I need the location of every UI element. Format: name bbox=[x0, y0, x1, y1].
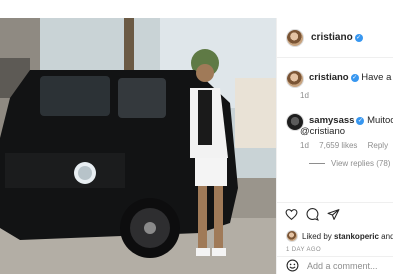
comment-likes[interactable]: 7,659 likes bbox=[319, 141, 357, 150]
comment-text: Muitoo Sh bbox=[367, 115, 393, 126]
author-avatar[interactable] bbox=[286, 28, 304, 47]
action-bar bbox=[277, 202, 393, 226]
post-photo bbox=[0, 18, 276, 274]
verified-badge-icon: ✓ bbox=[354, 33, 363, 42]
comment-meta: 1d 7,659 likes Reply bbox=[300, 141, 393, 150]
reply-button[interactable]: Reply bbox=[368, 141, 388, 150]
commenter-username[interactable]: samysass bbox=[309, 115, 354, 126]
liker-avatar[interactable] bbox=[286, 230, 298, 242]
emoji-icon[interactable] bbox=[286, 259, 299, 272]
commenter-username[interactable]: cristiano bbox=[309, 72, 349, 83]
comment-mention[interactable]: @cristiano bbox=[300, 126, 345, 137]
post-header: cristiano ✓ bbox=[277, 18, 393, 58]
comment-meta: 1d bbox=[300, 91, 317, 100]
liked-by-prefix: Liked by bbox=[302, 231, 332, 241]
share-icon[interactable] bbox=[327, 208, 340, 221]
verified-badge-icon: ✓ bbox=[350, 74, 359, 82]
comment-time: 1d bbox=[300, 91, 309, 100]
liked-by-suffix: and bbox=[381, 231, 393, 241]
post-sidebar: cristiano ✓ cristiano✓ Have a goo 1d sam… bbox=[276, 18, 393, 274]
add-comment-bar bbox=[277, 256, 393, 274]
comment-text: Have a goo bbox=[361, 72, 393, 83]
author-username[interactable]: cristiano bbox=[311, 32, 353, 43]
view-replies-button[interactable]: View replies (78) bbox=[309, 159, 390, 168]
verified-badge-icon: ✓ bbox=[356, 117, 365, 125]
post-image[interactable] bbox=[0, 18, 276, 274]
comment-time: 1d bbox=[300, 141, 309, 150]
add-comment-input[interactable] bbox=[307, 260, 387, 271]
comment-icon[interactable] bbox=[306, 208, 319, 221]
liked-by-user[interactable]: stankoperic bbox=[334, 232, 379, 241]
liked-by-line: Liked by stankoperic and bbox=[286, 230, 393, 242]
heart-icon[interactable] bbox=[285, 208, 298, 221]
commenter-avatar[interactable] bbox=[286, 70, 304, 88]
post-time: 1 DAY AGO bbox=[286, 247, 322, 253]
